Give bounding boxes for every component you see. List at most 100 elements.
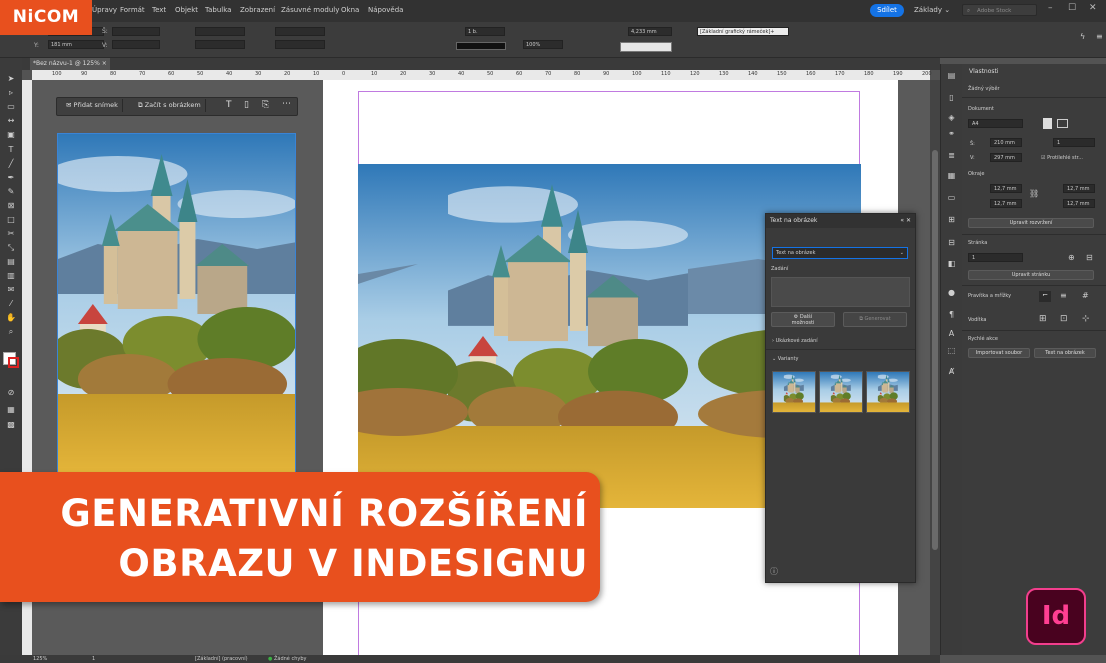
line-tool-icon[interactable]: ╱ bbox=[6, 159, 16, 169]
close-icon[interactable]: ✕ bbox=[1089, 3, 1097, 13]
pencil-tool-icon[interactable]: ✎ bbox=[6, 187, 16, 197]
height-field[interactable] bbox=[112, 40, 160, 49]
start-with-image-button[interactable]: ⧉ Začít s obrázkem bbox=[134, 99, 206, 112]
text-wrap-icon[interactable]: ⊞ bbox=[946, 214, 957, 225]
variation-thumbnail[interactable] bbox=[819, 371, 863, 413]
menu-format[interactable]: Formát bbox=[120, 6, 145, 14]
vertical-scrollbar[interactable] bbox=[930, 80, 940, 655]
smart-guides-icon[interactable]: ⊹ bbox=[1082, 314, 1090, 324]
info-panel-icon[interactable]: ● bbox=[946, 287, 957, 298]
fill-swatch[interactable] bbox=[620, 42, 672, 52]
menu-okna[interactable]: Okna bbox=[341, 6, 359, 14]
screen-mode-icon[interactable]: ▦ bbox=[6, 405, 16, 415]
page-select[interactable]: 1 bbox=[968, 253, 1023, 262]
gradient-feather-icon[interactable]: ▥ bbox=[6, 271, 16, 281]
menu-zobrazeni[interactable]: Zobrazení bbox=[240, 6, 275, 14]
baseline-grid-icon[interactable]: ≡ bbox=[1060, 291, 1067, 300]
variations-toggle[interactable]: ⌄ Varianty bbox=[772, 356, 798, 362]
adjust-layout-button[interactable]: Upravit rozvržení bbox=[968, 218, 1094, 228]
more-options-button[interactable]: ⚙ Další možnosti bbox=[771, 312, 835, 327]
castle-image-portrait[interactable] bbox=[57, 133, 296, 473]
menu-napoveda[interactable]: Nápověda bbox=[368, 6, 403, 14]
none-swatch-icon[interactable]: ⊘ bbox=[6, 388, 16, 398]
place-icon[interactable]: ⎘ bbox=[262, 100, 269, 110]
scale-y-field[interactable] bbox=[195, 40, 245, 49]
rectangle-frame-tool-icon[interactable]: ⊠ bbox=[6, 201, 16, 211]
delete-page-icon[interactable]: ⊟ bbox=[1086, 253, 1093, 262]
close-tab-icon[interactable]: × bbox=[102, 60, 107, 67]
properties-panel-icon[interactable]: ▤ bbox=[946, 70, 957, 81]
zoom-tool-icon[interactable]: ⌕ bbox=[6, 327, 16, 337]
width-field[interactable] bbox=[112, 27, 160, 36]
page-size-select[interactable]: A4 bbox=[968, 119, 1023, 128]
rotate-field[interactable] bbox=[275, 27, 325, 36]
properties-tab[interactable]: Vlastnosti bbox=[969, 68, 999, 75]
stroke-weight-field[interactable]: 1 b. bbox=[465, 27, 505, 36]
scissors-tool-icon[interactable]: ✂ bbox=[6, 229, 16, 239]
text-to-image-button[interactable]: Text na obrázek bbox=[1034, 348, 1096, 358]
margin-top-field[interactable]: 12,7 mm bbox=[990, 184, 1022, 193]
shear-field[interactable] bbox=[275, 40, 325, 49]
glyphs-panel-icon[interactable]: Ⱥ bbox=[946, 366, 957, 377]
character-styles-icon[interactable]: A bbox=[946, 328, 957, 339]
links-panel-icon[interactable]: ⚭ bbox=[946, 128, 957, 139]
document-tab[interactable]: *Bez názvu-1 @ 125% × bbox=[30, 58, 110, 70]
content-collector-icon[interactable]: ▣ bbox=[6, 130, 16, 140]
share-button[interactable]: Sdílet bbox=[870, 4, 904, 17]
document-grid-icon[interactable]: # bbox=[1082, 291, 1089, 300]
preview-mode-icon[interactable]: ▩ bbox=[6, 420, 16, 430]
sample-prompts-toggle[interactable]: › Ukázkové zadání bbox=[772, 338, 818, 344]
doc-height-field[interactable]: 297 mm bbox=[990, 153, 1022, 162]
zoom-select[interactable]: 125% bbox=[33, 656, 47, 662]
dimension-field[interactable]: 4,233 mm bbox=[628, 27, 672, 36]
variation-thumbnail[interactable] bbox=[772, 371, 816, 413]
stroke-panel-icon[interactable]: ≣ bbox=[946, 150, 957, 161]
menu-text[interactable]: Text bbox=[152, 6, 166, 14]
note-tool-icon[interactable]: ✉ bbox=[6, 285, 16, 295]
selection-tool-icon[interactable]: ➤ bbox=[6, 74, 16, 84]
type-tool-icon[interactable]: T bbox=[6, 145, 16, 155]
menu-tabulka[interactable]: Tabulka bbox=[205, 6, 231, 14]
direct-selection-tool-icon[interactable]: ▹ bbox=[6, 88, 16, 98]
prompt-textarea[interactable] bbox=[771, 277, 910, 307]
lightning-icon[interactable]: ϟ bbox=[1080, 32, 1085, 41]
info-icon[interactable]: ⓘ bbox=[770, 566, 778, 577]
align-panel-icon[interactable]: ⊟ bbox=[946, 237, 957, 248]
link-icon[interactable]: ⛓ bbox=[1029, 189, 1039, 198]
lock-guides-icon[interactable]: ⊡ bbox=[1060, 314, 1068, 324]
opacity-field[interactable]: 100% bbox=[523, 40, 563, 49]
tti-panel-header[interactable]: Text na obrázek « ✕ bbox=[766, 214, 915, 228]
pages-count-field[interactable]: 1 bbox=[1053, 138, 1095, 147]
object-styles-icon[interactable]: ⬚ bbox=[946, 345, 957, 356]
edit-page-button[interactable]: Upravit stránku bbox=[968, 270, 1094, 280]
guides-icon[interactable]: ⊞ bbox=[1039, 314, 1047, 324]
stroke-type-select[interactable] bbox=[456, 42, 506, 50]
free-transform-tool-icon[interactable]: ⤡ bbox=[6, 243, 16, 253]
ruler-icon[interactable]: ⌐ bbox=[1039, 291, 1051, 302]
maximize-icon[interactable]: ☐ bbox=[1068, 3, 1076, 13]
margin-left-field[interactable]: 12,7 mm bbox=[1063, 184, 1095, 193]
collapse-icon[interactable]: « ✕ bbox=[900, 214, 911, 228]
stock-search-input[interactable]: ⌕ Adobe Stock bbox=[962, 4, 1037, 16]
doc-width-field[interactable]: 210 mm bbox=[990, 138, 1022, 147]
preflight-status[interactable]: ● Žádné chyby bbox=[268, 656, 306, 662]
generate-button[interactable]: ⧉ Generovat bbox=[843, 312, 907, 327]
add-slide-button[interactable]: ✉ Přidat snímek bbox=[62, 99, 123, 112]
add-page-icon[interactable]: ⊕ bbox=[1068, 253, 1075, 262]
page-number-select[interactable]: 1 bbox=[92, 656, 95, 662]
tti-mode-select[interactable]: Text na obrázek ⌄ bbox=[772, 247, 908, 259]
portrait-icon[interactable] bbox=[1043, 118, 1052, 129]
page-tool-icon[interactable]: ▭ bbox=[6, 102, 16, 112]
paragraph-styles-icon[interactable]: ¶ bbox=[946, 309, 957, 320]
scale-x-field[interactable] bbox=[195, 27, 245, 36]
pages-panel-icon[interactable]: ▯ bbox=[946, 92, 957, 103]
hand-tool-icon[interactable]: ✋ bbox=[6, 313, 16, 323]
margin-right-field[interactable]: 12,7 mm bbox=[1063, 199, 1095, 208]
object-style-select[interactable]: [Základní grafický rámeček]+ bbox=[697, 27, 789, 36]
gradient-tool-icon[interactable]: ▤ bbox=[6, 257, 16, 267]
pathfinder-icon[interactable]: ◧ bbox=[946, 258, 957, 269]
more-icon[interactable]: ⋯ bbox=[282, 99, 291, 109]
landscape-icon[interactable] bbox=[1057, 119, 1068, 128]
stroke-color-swatch[interactable] bbox=[8, 357, 19, 368]
y-field[interactable]: 181 mm bbox=[48, 40, 104, 49]
